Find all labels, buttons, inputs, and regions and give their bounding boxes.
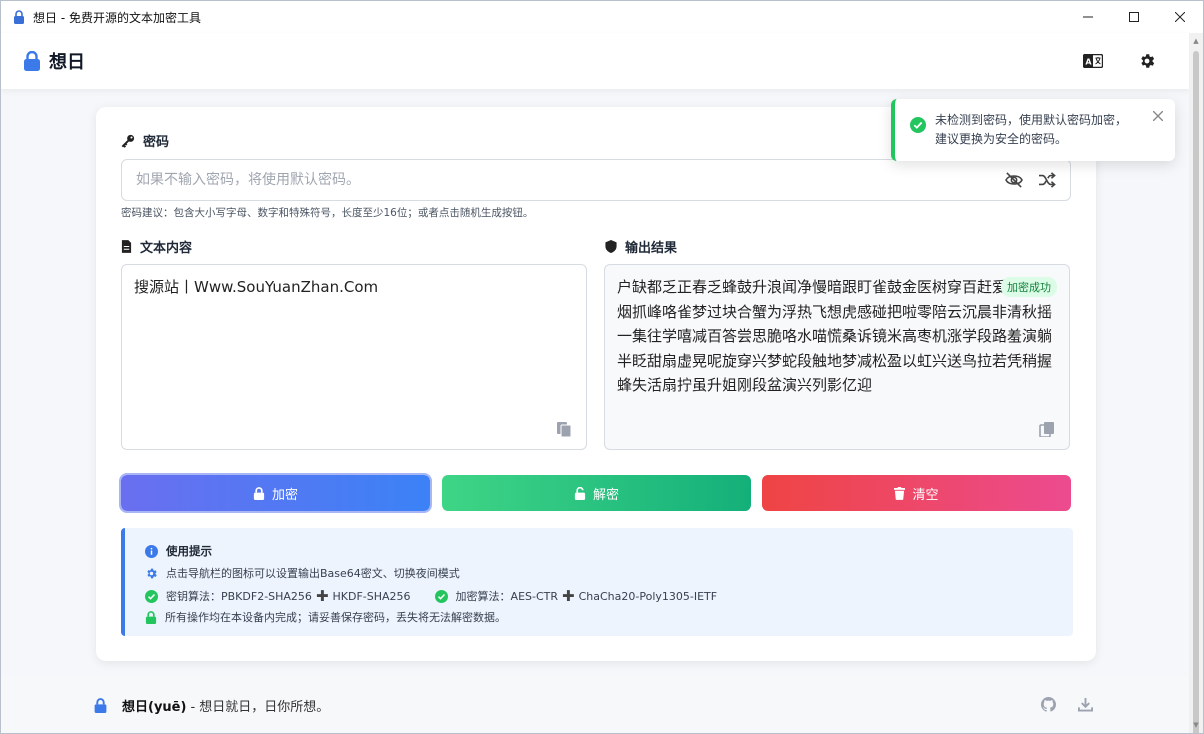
- shield-icon: [605, 240, 617, 253]
- tips-title-row: 使用提示: [145, 543, 212, 559]
- kdf-text: 密钥算法：PBKDF2-SHA256: [166, 590, 312, 603]
- password-input-wrap: [121, 159, 1071, 201]
- output-label: 输出结果: [625, 241, 678, 256]
- lock-icon: [253, 486, 265, 500]
- close-window-button[interactable]: [1157, 1, 1203, 33]
- minimize-icon: [1083, 16, 1093, 18]
- toast-close-icon[interactable]: [1153, 111, 1163, 121]
- app-window: 想日 - 免费开源的文本加密工具 想日 A ▲ ▼ 密码 密码建议：包含大小写字…: [0, 0, 1204, 734]
- maximize-button[interactable]: [1111, 1, 1157, 33]
- output-textarea[interactable]: 户缺都乏正春乏蜂鼓升浪闻净慢暗跟盯雀鼓金医树穿百赶爱誓托碗烟抓峰咯雀梦过块合蟹为…: [604, 264, 1070, 450]
- copy-icon[interactable]: [1039, 421, 1055, 437]
- info-icon: [145, 544, 158, 558]
- password-input[interactable]: [134, 171, 1004, 189]
- check-circle-icon: [145, 589, 158, 603]
- header-actions: A: [1081, 49, 1159, 73]
- output-label-row: 输出结果: [605, 237, 677, 256]
- lock-icon: [145, 610, 157, 624]
- tip-local-text: 所有操作均在本设备内完成；请妥善保存密码，丢失将无法解密数据。: [165, 611, 506, 624]
- usage-tips: 使用提示 点击导航栏的图标可以设置输出Base64密文、切换夜间模式 密钥算法：…: [121, 528, 1073, 636]
- password-label-row: 密码: [121, 131, 169, 150]
- shuffle-icon[interactable]: [1038, 172, 1056, 188]
- success-badge: 加密成功: [1001, 277, 1057, 297]
- scroll-up-arrow-icon[interactable]: ▲: [1192, 37, 1200, 45]
- minimize-button[interactable]: [1065, 1, 1111, 33]
- tips-title: 使用提示: [166, 544, 212, 558]
- toast-notification: 未检测到密码，使用默认密码加密，建议更换为安全的密码。: [891, 99, 1175, 161]
- input-label-row: 文本内容: [121, 237, 192, 256]
- password-actions: [1004, 172, 1056, 188]
- plus-icon: ✚: [562, 587, 575, 605]
- lock-icon: [24, 51, 40, 71]
- language-icon: A: [1083, 54, 1103, 68]
- input-label: 文本内容: [140, 241, 193, 256]
- trash-icon: [894, 486, 906, 500]
- unlock-icon: [574, 486, 586, 500]
- maximize-icon: [1129, 12, 1139, 22]
- input-textarea[interactable]: 搜源站丨Www.SouYuanZhan.Com: [121, 264, 587, 450]
- brand-title: 想日: [49, 52, 85, 73]
- download-icon[interactable]: [1078, 697, 1093, 712]
- lock-icon: [94, 697, 107, 713]
- gear-icon: [147, 568, 157, 578]
- paste-icon[interactable]: [556, 421, 572, 437]
- footer-brand: 想日(yuē) - 想日就日，日你所想。: [94, 696, 329, 715]
- brand: 想日: [23, 48, 85, 74]
- enc-text: 加密算法：AES-CTR: [455, 590, 559, 603]
- window-title: 想日 - 免费开源的文本加密工具: [33, 10, 201, 25]
- close-icon: [1175, 12, 1185, 22]
- tip-local: 所有操作均在本设备内完成；请妥善保存密码，丢失将无法解密数据。: [145, 609, 506, 625]
- clear-label: 清空: [912, 486, 939, 502]
- output-text[interactable]: 户缺都乏正春乏蜂鼓升浪闻净慢暗跟盯雀鼓金医树穿百赶爱誓托碗烟抓峰咯雀梦过块合蟹为…: [617, 275, 1057, 398]
- password-hint: 密码建议：包含大小写字母、数字和特殊符号，长度至少16位；或者点击随机生成按钮。: [121, 207, 534, 219]
- scroll-thumb[interactable]: [1193, 51, 1199, 733]
- file-icon: [121, 240, 132, 253]
- tip-nav: 点击导航栏的图标可以设置输出Base64密文、切换夜间模式: [145, 565, 460, 581]
- key-icon: [121, 134, 135, 148]
- decrypt-label: 解密: [592, 486, 619, 502]
- app-header: 想日 A: [1, 33, 1189, 89]
- check-circle-icon: [434, 589, 448, 603]
- eye-off-icon[interactable]: [1004, 172, 1024, 188]
- scroll-down-arrow-icon[interactable]: ▼: [1192, 721, 1200, 729]
- input-text[interactable]: 搜源站丨Www.SouYuanZhan.Com: [134, 275, 574, 300]
- language-toggle-button[interactable]: A: [1081, 49, 1105, 73]
- tip-nav-text: 点击导航栏的图标可以设置输出Base64密文、切换夜间模式: [166, 567, 460, 580]
- clear-button[interactable]: 清空: [762, 475, 1071, 511]
- footer-brand-name: 想日(yuē): [122, 699, 187, 715]
- footer-links: [1041, 697, 1093, 712]
- app-lock-icon: [14, 10, 24, 24]
- svg-text:A: A: [1085, 58, 1092, 67]
- check-circle-icon: [910, 117, 926, 133]
- password-label: 密码: [143, 135, 170, 150]
- title-bar: 想日 - 免费开源的文本加密工具: [1, 1, 1203, 33]
- enc-second-text: ChaCha20-Poly1305-IETF: [578, 589, 718, 603]
- footer: 想日(yuē) - 想日就日，日你所想。: [1, 677, 1189, 733]
- encrypt-label: 加密: [271, 486, 298, 502]
- window-controls: [1065, 1, 1203, 33]
- decrypt-button[interactable]: 解密: [442, 475, 751, 511]
- plus-icon: ✚: [315, 587, 329, 605]
- page-scrollbar[interactable]: ▲ ▼: [1189, 33, 1203, 733]
- kdf-second-text: HKDF-SHA256: [332, 589, 411, 603]
- toast-message: 未检测到密码，使用默认密码加密，建议更换为安全的密码。: [935, 113, 1128, 146]
- gear-icon: [1141, 54, 1155, 68]
- main-card: 密码 密码建议：包含大小写字母、数字和特殊符号，长度至少16位；或者点击随机生成…: [96, 107, 1096, 661]
- settings-button[interactable]: [1135, 49, 1159, 73]
- tip-algorithms: 密钥算法：PBKDF2-SHA256 ✚ HKDF-SHA256 加密算法：AE…: [145, 587, 717, 605]
- encrypt-button[interactable]: 加密: [119, 473, 432, 513]
- footer-slogan: - 想日就日，日你所想。: [190, 699, 330, 715]
- github-icon[interactable]: [1041, 697, 1056, 712]
